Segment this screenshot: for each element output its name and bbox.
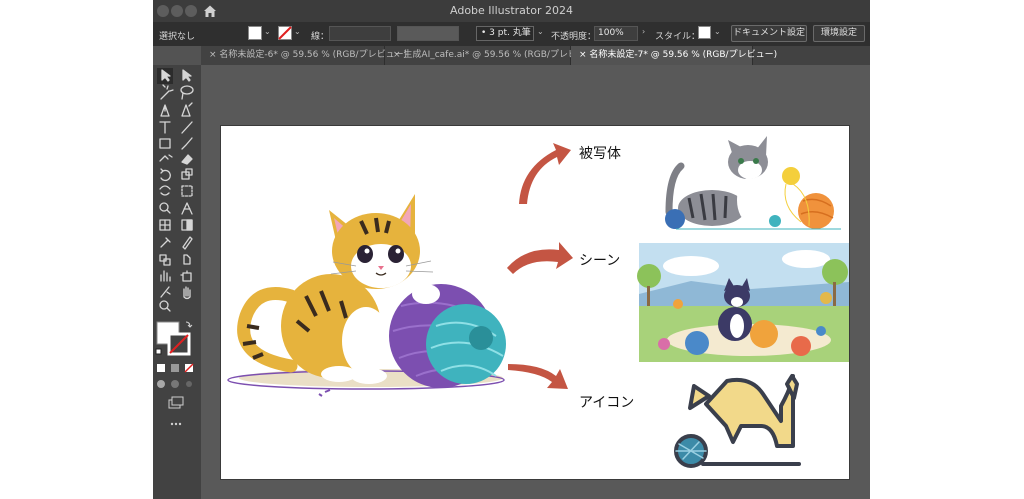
scale-tool-icon[interactable]: [181, 168, 193, 180]
tab-document-6[interactable]: × 名称未設定-6* @ 59.56 % (RGB/プレビュー): [201, 46, 407, 65]
blend-tool-icon[interactable]: [159, 254, 171, 266]
rectangle-tool-icon[interactable]: [159, 138, 171, 149]
opacity-field[interactable]: 100%: [594, 26, 638, 41]
stroke-swatch[interactable]: [278, 26, 292, 40]
draw-behind-icon[interactable]: [171, 380, 179, 388]
draw-normal-icon[interactable]: [157, 380, 165, 388]
gradient-mode-icon[interactable]: [171, 364, 179, 372]
variable-width-field[interactable]: [397, 26, 459, 41]
mesh-tool-icon[interactable]: [159, 219, 171, 231]
brush-field[interactable]: • 3 pt. 丸筆: [476, 26, 534, 41]
direct-selection-tool-icon[interactable]: [182, 69, 192, 82]
style-label: スタイル：: [655, 32, 701, 42]
label-icon: アイコン: [579, 395, 635, 411]
scene-illustration[interactable]: [637, 243, 849, 362]
default-colors-icon[interactable]: [155, 348, 162, 355]
icon-cat-illustration[interactable]: [674, 374, 801, 468]
line-segment-tool-icon[interactable]: [181, 121, 193, 134]
zoom-tool-icon[interactable]: [159, 300, 171, 312]
artboard[interactable]: 被写体 シーン アイコン: [221, 126, 849, 479]
chevron-right-icon[interactable]: ›: [642, 28, 650, 36]
tab-label: 名称未設定-7* @ 59.56 % (RGB/プレビュー): [589, 50, 778, 60]
title-bar: Adobe Illustrator 2024: [153, 0, 870, 22]
magic-wand-tool-icon[interactable]: [160, 84, 174, 100]
graphic-style-swatch[interactable]: [698, 26, 711, 39]
selection-status: 選択なし: [159, 32, 196, 42]
rotate-tool-icon[interactable]: [160, 168, 171, 182]
screen-mode-icon[interactable]: [168, 396, 184, 409]
label-subject: 被写体: [579, 146, 621, 162]
artboard-tool-icon[interactable]: [180, 270, 192, 282]
subject-cat-illustration[interactable]: [665, 136, 841, 230]
label-scene: シーン: [579, 253, 621, 269]
slice-tool-icon[interactable]: [160, 286, 171, 298]
width-tool-icon[interactable]: [159, 185, 171, 196]
stroke-weight-field[interactable]: [329, 26, 391, 41]
pen-tool-icon[interactable]: [160, 104, 170, 117]
shape-builder-tool-icon[interactable]: [159, 202, 171, 214]
fill-stroke-swatches[interactable]: [155, 321, 193, 356]
color-mode-icon[interactable]: [157, 364, 165, 372]
lasso-tool-icon[interactable]: [180, 85, 194, 100]
color-mode-buttons[interactable]: [157, 363, 194, 373]
chevron-down-icon[interactable]: ⌄: [714, 28, 722, 36]
cat-with-yarn-illustration[interactable]: [227, 194, 506, 397]
tab-document-7[interactable]: × 名称未設定-7* @ 59.56 % (RGB/プレビュー): [571, 46, 777, 65]
more-tools-icon[interactable]: [170, 422, 182, 426]
tab-label: 名称未設定-6* @ 59.56 % (RGB/プレビュー): [219, 50, 408, 60]
chevron-down-icon[interactable]: ⌄: [294, 28, 302, 36]
column-graph-tool-icon[interactable]: [160, 270, 171, 282]
app-title: Adobe Illustrator 2024: [450, 4, 573, 17]
preferences-button[interactable]: 環境設定: [813, 25, 865, 42]
fill-swatch[interactable]: [248, 26, 262, 40]
arrow-to-scene: [507, 242, 573, 274]
gradient-tool-icon[interactable]: [181, 219, 193, 231]
swap-colors-icon[interactable]: [185, 321, 193, 328]
chevron-down-icon[interactable]: ⌄: [264, 28, 272, 36]
brush-name: 3 pt. 丸筆: [489, 28, 531, 38]
document-setup-button[interactable]: ドキュメント設定: [731, 25, 807, 42]
stroke-label: 線：: [311, 32, 330, 42]
curvature-tool-icon[interactable]: [181, 102, 193, 117]
draw-mode-buttons[interactable]: [157, 380, 192, 388]
symbol-sprayer-tool-icon[interactable]: [183, 254, 191, 265]
free-transform-tool-icon[interactable]: [181, 185, 193, 197]
tab-label: 生成AI_cafe.ai* @ 59.56 % (RGB/プレビュー): [403, 50, 599, 60]
eyedropper-tool-icon[interactable]: [160, 237, 171, 248]
type-tool-icon[interactable]: [159, 121, 171, 134]
draw-inside-icon[interactable]: [186, 381, 192, 387]
opacity-label: 不透明度：: [551, 32, 597, 42]
control-bar: 選択なし ⌄ ⌄ 線： • 3 pt. 丸筆 ⌄ 不透明度： 100% › スタ…: [153, 22, 870, 46]
arrow-to-icon: [508, 364, 568, 389]
arrow-to-subject: [519, 143, 571, 204]
paintbrush-tool-icon[interactable]: [181, 137, 193, 150]
eraser-tool-icon[interactable]: [181, 154, 193, 165]
shaper-tool-icon[interactable]: [159, 154, 173, 162]
arrows: [507, 143, 573, 389]
chevron-down-icon[interactable]: ⌄: [537, 28, 545, 36]
document-tab-bar: × 名称未設定-6* @ 59.56 % (RGB/プレビュー) × 生成AI_…: [201, 46, 870, 65]
hand-tool-icon[interactable]: [183, 286, 191, 300]
tools-panel: [153, 65, 201, 499]
selection-tool-icon[interactable]: [157, 68, 173, 84]
perspective-grid-tool-icon[interactable]: [181, 202, 193, 215]
tab-cafe-ai[interactable]: × 生成AI_cafe.ai* @ 59.56 % (RGB/プレビュー): [385, 46, 598, 65]
measure-tool-icon[interactable]: [182, 236, 193, 250]
